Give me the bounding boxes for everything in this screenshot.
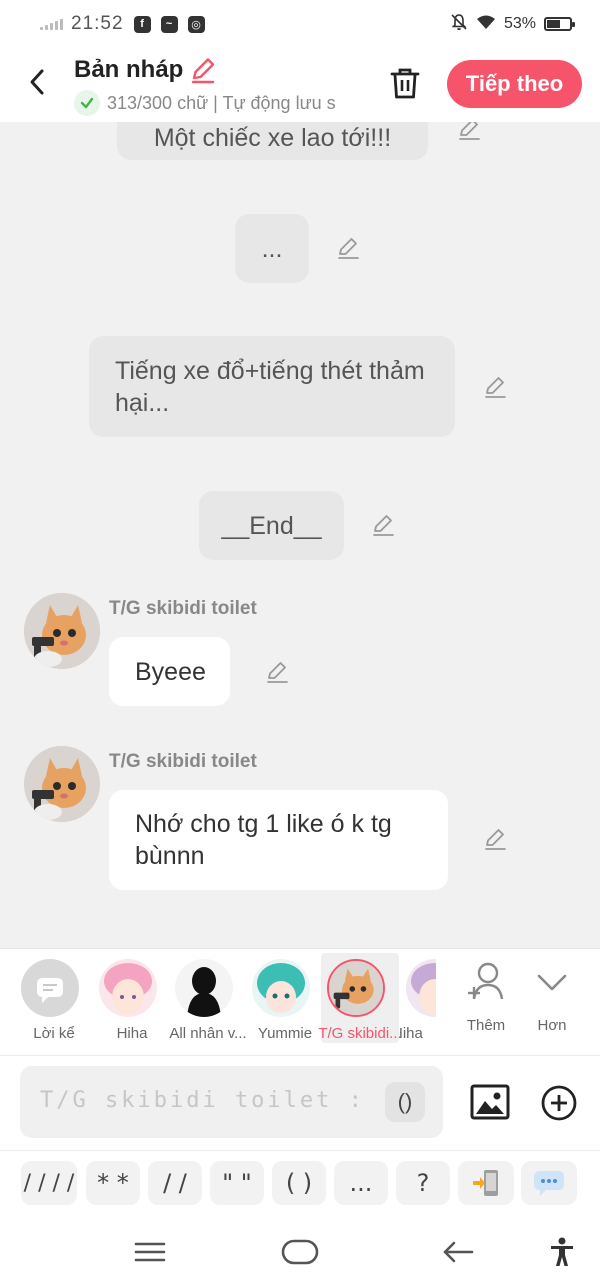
battery-percent: 53% (503, 15, 536, 32)
add-user-icon (468, 962, 504, 1000)
message-text: Một chiếc xe lao tới!!! (153, 124, 392, 152)
word-count-status: 313/300 chữ | Tự động lưu s (74, 90, 364, 116)
narration-bubble[interactable]: Tiếng xe đổ+tiếng thét thảm hại... (89, 336, 455, 437)
chip-question[interactable]: ? (396, 1161, 450, 1205)
add-character-button[interactable]: Thêm (456, 959, 516, 1043)
hiha-avatar (99, 959, 157, 1017)
quick-symbols: / / / / * * / / " " ( ) ... ? (0, 1150, 600, 1214)
add-button[interactable] (540, 1084, 578, 1122)
composer: T/G skibidi toilet : () (0, 1056, 600, 1150)
edit-message-icon[interactable] (371, 512, 397, 538)
edit-message-icon[interactable] (265, 659, 291, 685)
message-text: Tiếng xe đổ+tiếng thét thảm hại... (115, 356, 425, 417)
speech-bubble-icon (37, 978, 63, 1003)
chevron-down-icon (537, 974, 567, 991)
story-messages: Một chiếc xe lao tới!!! ... Tiếng xe đổ+… (0, 122, 600, 948)
nav-back-button[interactable] (438, 1232, 478, 1272)
message-input[interactable]: T/G skibidi toilet : () (20, 1066, 443, 1138)
character-label: T/G skibidi... (318, 1025, 402, 1042)
character-hiha-2[interactable]: Hiha (400, 953, 436, 1043)
accessibility-button[interactable] (542, 1232, 582, 1272)
edit-message-icon[interactable] (457, 122, 483, 142)
system-navigation (0, 1214, 600, 1287)
all-characters-avatar (175, 959, 233, 1017)
trash-icon (390, 68, 420, 99)
message-text: ... (261, 234, 283, 263)
app-notification-icon: ◎ (187, 15, 205, 33)
battery-icon (544, 17, 575, 31)
character-bubble[interactable]: Byeee (109, 637, 230, 706)
image-button[interactable] (470, 1084, 510, 1120)
word-count-text: 313/300 chữ | Tự động lưu s (107, 92, 336, 113)
chip-quotes[interactable]: " " (210, 1161, 264, 1205)
cat-with-gun-avatar (24, 593, 100, 669)
character-all[interactable]: All nhân v... (169, 953, 247, 1043)
pencil-icon[interactable] (189, 56, 217, 84)
chip-ellipsis[interactable]: ... (334, 1161, 388, 1205)
message-text: __End__ (221, 511, 322, 540)
accessibility-icon (551, 1237, 573, 1266)
editor-header: Bản nháp 313/300 chữ | Tự động lưu s Tiế… (0, 48, 600, 122)
expand-label: Hơn (537, 1017, 567, 1034)
check-icon (74, 90, 100, 116)
hiha-avatar (406, 959, 436, 1017)
character-selector: Lời kể Hiha All nhân v... Yummie T/G ski… (0, 948, 600, 1056)
input-placeholder: T/G skibidi toilet : (40, 1088, 365, 1113)
chevron-left-icon (30, 69, 44, 95)
mute-bell-icon (450, 13, 468, 36)
character-tg-skibidi[interactable]: T/G skibidi... (318, 953, 402, 1043)
chat-bubble-icon (534, 1171, 564, 1196)
facebook-icon: f (133, 15, 151, 33)
character-bubble[interactable]: Nhớ cho tg 1 like ó k tg bùnnn (109, 790, 448, 890)
chip-parentheses[interactable]: ( ) (272, 1161, 326, 1205)
home-icon (281, 1239, 319, 1265)
yummie-avatar (252, 959, 310, 1017)
home-button[interactable] (280, 1232, 320, 1272)
tg-skibidi-avatar (327, 959, 385, 1017)
chip-slashes[interactable]: / / (148, 1161, 202, 1205)
cat-with-gun-avatar (24, 746, 100, 822)
signal-icon (40, 18, 63, 30)
edit-message-icon[interactable] (483, 374, 509, 400)
status-bar: 21:52 f ~ ◎ 53% (0, 0, 600, 48)
narration-bubble[interactable]: Một chiếc xe lao tới!!! (117, 122, 428, 160)
expand-button[interactable]: Hơn (522, 959, 582, 1043)
draft-title[interactable]: Bản nháp (74, 56, 217, 84)
phone-transfer-icon (473, 1170, 498, 1196)
next-button[interactable]: Tiếp theo (447, 60, 582, 108)
edit-message-icon[interactable] (336, 235, 362, 261)
character-avatar[interactable] (24, 746, 100, 822)
status-time: 21:52 (71, 13, 124, 34)
message-text: Byeee (135, 657, 206, 686)
narrator-avatar (21, 959, 79, 1017)
chip-asterisks[interactable]: * * (86, 1161, 140, 1205)
back-button[interactable] (22, 64, 52, 100)
chip-double-slash[interactable]: / / / / (21, 1161, 77, 1205)
character-narrator[interactable]: Lời kể (15, 953, 93, 1043)
plus-circle-icon (541, 1085, 577, 1121)
menu-icon (134, 1242, 166, 1262)
character-name: T/G skibidi toilet (109, 751, 257, 772)
delete-button[interactable] (386, 64, 424, 102)
message-text: Nhớ cho tg 1 like ó k tg bùnnn (135, 810, 392, 870)
narration-bubble[interactable]: __End__ (199, 491, 344, 560)
narration-bubble[interactable]: ... (235, 214, 309, 283)
messenger-icon: ~ (160, 15, 178, 33)
character-label: Hiha (400, 1025, 423, 1042)
parenthesis-button[interactable]: () (385, 1082, 425, 1122)
image-icon (470, 1084, 510, 1120)
chip-chat[interactable] (521, 1161, 577, 1205)
character-name: T/G skibidi toilet (109, 598, 257, 619)
arrow-left-icon (443, 1241, 474, 1263)
chip-phone-transfer[interactable] (458, 1161, 514, 1205)
wifi-icon (476, 14, 496, 35)
menu-button[interactable] (130, 1232, 170, 1272)
character-hiha[interactable]: Hiha (93, 953, 171, 1043)
draft-title-text: Bản nháp (74, 56, 184, 83)
character-avatar[interactable] (24, 593, 100, 669)
edit-message-icon[interactable] (483, 826, 509, 852)
more-label: Thêm (466, 1017, 506, 1034)
